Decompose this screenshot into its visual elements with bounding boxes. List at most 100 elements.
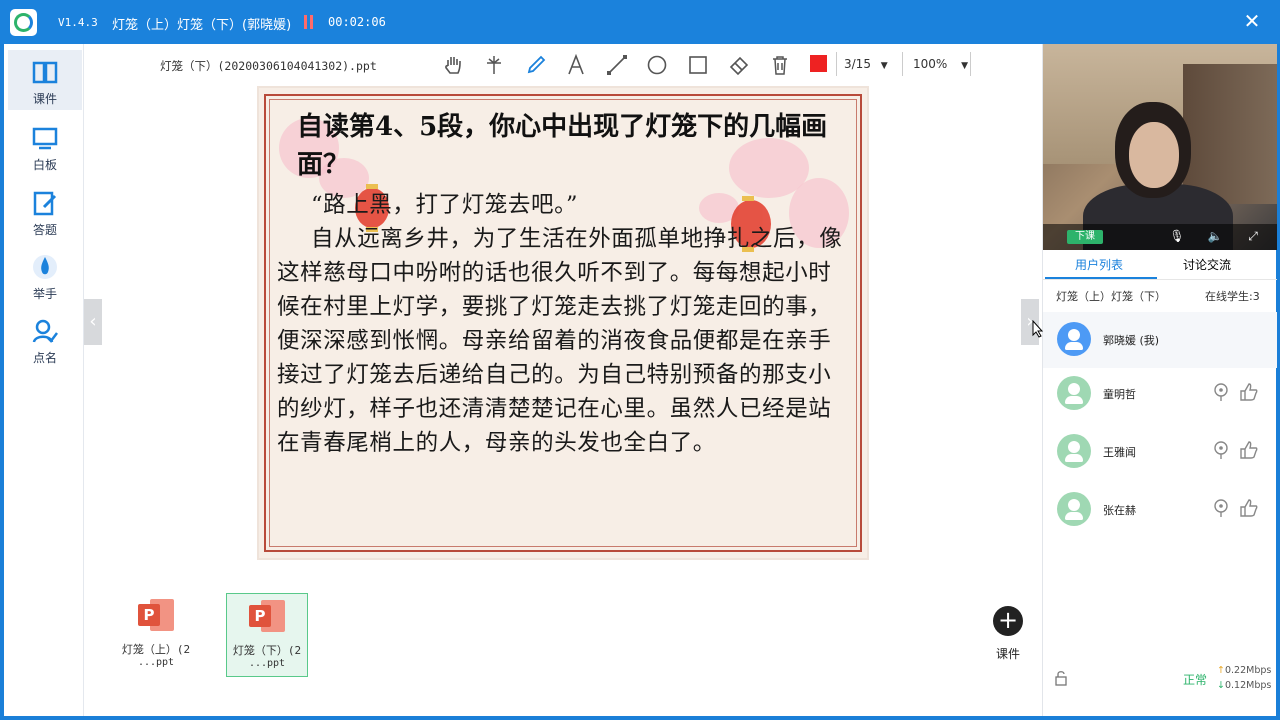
close-icon[interactable]: ✕ <box>1240 9 1264 33</box>
text-tool[interactable] <box>563 52 589 78</box>
sidebar-item-label: 答题 <box>32 223 57 237</box>
user-name: 郭晓媛 (我) <box>1103 334 1160 347</box>
book-icon <box>32 61 58 84</box>
line-tool[interactable] <box>604 52 630 78</box>
clear-tool[interactable] <box>767 52 793 78</box>
raise-hand-icon <box>33 255 57 279</box>
pen-icon <box>527 55 546 74</box>
courseware-thumb-ext: ...ppt <box>137 657 175 668</box>
panel-tabs: 用户列表 讨论交流 <box>1043 250 1277 280</box>
hand-tool[interactable] <box>440 52 466 78</box>
toolbar-divider <box>836 52 837 76</box>
thumbs-up-icon[interactable] <box>1239 498 1259 518</box>
powerpoint-icon: P <box>138 599 174 633</box>
tab-user-list[interactable]: 用户列表 <box>1075 256 1123 273</box>
network-status: 正常 <box>1183 673 1208 687</box>
sidebar-item-label: 白板 <box>32 158 57 172</box>
arrow-down-icon: ↓ <box>1217 680 1225 691</box>
powerpoint-icon: P <box>249 600 285 634</box>
user-name: 童明哲 <box>1103 388 1136 401</box>
thumbs-up-icon[interactable] <box>1239 440 1259 460</box>
add-courseware-label: 课件 <box>996 647 1021 661</box>
user-row[interactable]: 王雅闻 <box>1043 424 1277 480</box>
laser-pointer-tool[interactable] <box>481 52 507 78</box>
pointer-icon[interactable] <box>1211 498 1231 518</box>
sidebar-item-roll-call[interactable]: 点名 <box>8 309 82 369</box>
roll-call-icon <box>32 319 58 343</box>
thumbs-up-icon[interactable] <box>1239 382 1259 402</box>
sidebar-item-courseware[interactable]: 课件 <box>8 50 82 110</box>
end-class-button[interactable]: 下课 <box>1067 230 1103 244</box>
sidebar-item-label: 举手 <box>32 287 57 301</box>
line-icon <box>607 55 627 75</box>
download-speed: ↓0.12Mbps <box>1217 680 1271 691</box>
sidebar-item-label: 点名 <box>32 351 57 365</box>
pen-tool[interactable] <box>523 52 549 78</box>
slide-body: “路上黑，打了灯笼去吧。” 自从远离乡井，为了生活在外面孤单地挣扎之后，像这样慈… <box>277 188 849 460</box>
circle-icon <box>647 55 667 75</box>
sidebar-item-raise-hand[interactable]: 举手 <box>8 245 82 305</box>
lock-icon[interactable] <box>1053 670 1069 686</box>
right-panel: 下课 🎙 🔈 ⤢ 用户列表 讨论交流 灯笼（上）灯笼（下） 在线学生:3 郭晓媛… <box>1042 44 1277 716</box>
toolbar-divider <box>902 52 903 76</box>
microphone-icon[interactable]: 🎙 <box>1168 227 1186 245</box>
user-row[interactable]: 郭晓媛 (我) <box>1043 312 1277 368</box>
pen-color-swatch[interactable] <box>810 55 827 72</box>
avatar <box>1057 376 1091 410</box>
page-selector[interactable]: 3/15 ▼ <box>844 57 888 71</box>
courseware-thumb-name: 灯笼（下）(2 <box>232 644 302 657</box>
slide-paragraph: 自从远离乡井，为了生活在外面孤单地挣扎之后，像这样慈母口中吩咐的话也很久听不到了… <box>277 226 843 456</box>
plus-icon: + <box>997 606 1019 634</box>
slide-quote: “路上黑，打了灯笼去吧。” <box>311 192 579 218</box>
circle-tool[interactable] <box>644 52 670 78</box>
toolbar-divider <box>970 52 971 76</box>
mouse-cursor-icon <box>1032 320 1044 338</box>
courseware-thumb[interactable]: P 灯笼（上）(2 ...ppt <box>115 593 197 677</box>
courseware-thumb[interactable]: P 灯笼（下）(2 ...ppt <box>226 593 308 677</box>
active-tab-indicator <box>1045 277 1157 279</box>
avatar <box>1057 434 1091 468</box>
slide-title: 自读第4、5段，你心中出现了灯笼下的几幅画面？ <box>297 112 828 180</box>
eraser-tool[interactable] <box>726 52 752 78</box>
add-courseware-button[interactable]: + <box>993 606 1023 636</box>
recording-icon[interactable] <box>303 15 315 29</box>
sidebar-item-whiteboard[interactable]: 白板 <box>8 116 82 176</box>
trash-icon <box>773 56 787 75</box>
online-student-count: 在线学生:3 <box>1205 290 1260 303</box>
chevron-down-icon: ▼ <box>880 61 888 71</box>
speaker-icon[interactable]: 🔈 <box>1206 227 1224 245</box>
rectangle-icon <box>689 56 707 74</box>
fullscreen-icon[interactable]: ⤢ <box>1244 227 1262 245</box>
chevron-left-icon: ‹ <box>89 311 97 332</box>
sidebar-item-answer[interactable]: 答题 <box>8 181 82 241</box>
file-name: 灯笼（下）(20200306104041302).ppt <box>160 59 377 73</box>
left-sidebar: 课件 白板 答题 举手 点名 <box>4 44 84 716</box>
upload-speed-value: 0.22Mbps <box>1224 665 1272 676</box>
download-speed-value: 0.12Mbps <box>1224 680 1272 691</box>
text-icon <box>568 54 584 75</box>
pointer-icon[interactable] <box>1211 440 1231 460</box>
class-timer: 00:02:06 <box>328 15 386 29</box>
prev-page-button[interactable]: ‹ <box>84 299 102 345</box>
pointer-icon[interactable] <box>1211 382 1231 402</box>
slide-canvas[interactable]: 自读第4、5段，你心中出现了灯笼下的几幅画面？ “路上黑，打了灯笼去吧。” 自从… <box>259 88 867 558</box>
user-name: 张在赫 <box>1103 504 1136 517</box>
avatar <box>1057 492 1091 526</box>
tab-discussion[interactable]: 讨论交流 <box>1183 256 1231 273</box>
arrow-up-icon: ↑ <box>1217 665 1225 676</box>
title-bar: V1.4.3 灯笼（上）灯笼（下）(郭晓媛) 00:02:06 ✕ <box>0 0 1280 44</box>
whiteboard-icon <box>32 127 58 150</box>
eraser-icon <box>729 56 749 76</box>
courseware-thumb-name: 灯笼（上）(2 <box>121 643 191 656</box>
zoom-selector[interactable]: 100% ▼ <box>913 57 968 71</box>
app-version: V1.4.3 <box>58 16 98 29</box>
hand-icon <box>445 57 461 74</box>
zoom-level: 100% <box>913 57 948 71</box>
user-row[interactable]: 童明哲 <box>1043 366 1277 422</box>
rectangle-tool[interactable] <box>685 52 711 78</box>
user-row[interactable]: 张在赫 <box>1043 482 1277 538</box>
avatar <box>1057 322 1091 356</box>
online-summary: 灯笼（上）灯笼（下） 在线学生:3 <box>1043 280 1277 310</box>
upload-speed: ↑0.22Mbps <box>1217 665 1271 676</box>
courseware-thumb-ext: ...ppt <box>248 658 286 669</box>
